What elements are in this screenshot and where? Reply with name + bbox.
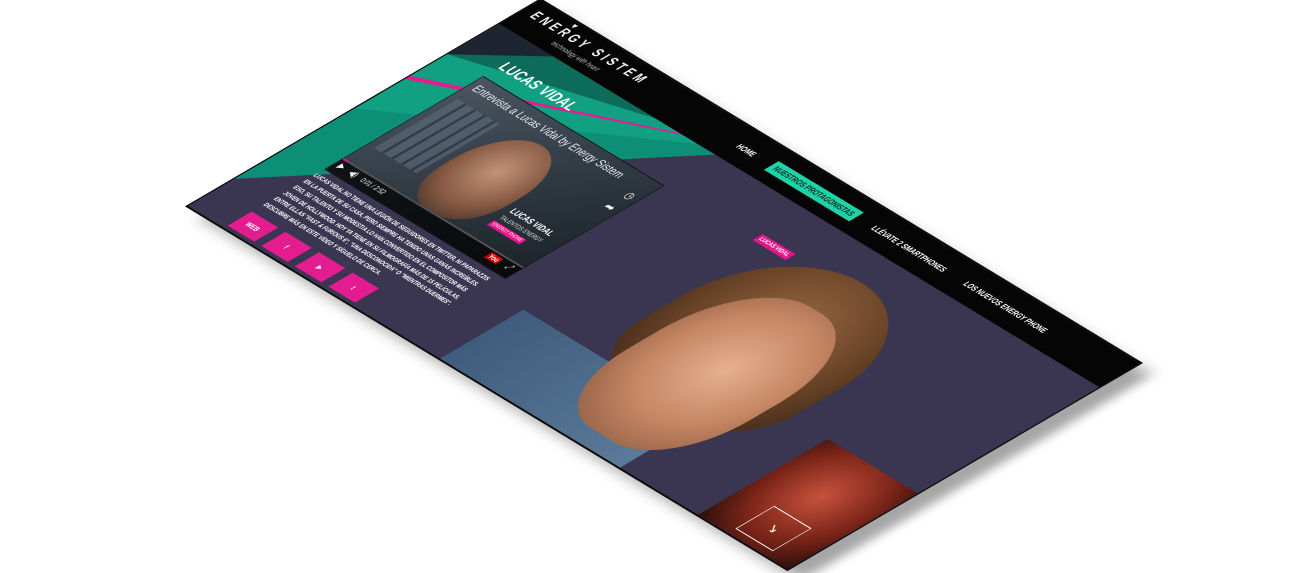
- share-icon[interactable]: ➦: [598, 200, 621, 213]
- video-time: 0:01 / 2:52: [357, 176, 389, 196]
- page: ENERGY SISTEM ♥ technology with heart HO…: [188, 0, 1141, 570]
- nav-item-home[interactable]: HOME: [727, 139, 765, 162]
- hero-secondary-person: [698, 438, 918, 570]
- volume-icon[interactable]: ◀): [345, 169, 362, 179]
- fullscreen-icon[interactable]: ⤢: [502, 263, 517, 272]
- arrow-down-right-icon: ↘: [761, 521, 785, 536]
- scene: ENERGY SISTEM ♥ technology with heart HO…: [0, 0, 1299, 573]
- hero-badge: LUCAS VIDAL: [752, 234, 796, 261]
- clock-icon[interactable]: ◷: [620, 190, 639, 201]
- play-icon[interactable]: ▶: [334, 163, 349, 172]
